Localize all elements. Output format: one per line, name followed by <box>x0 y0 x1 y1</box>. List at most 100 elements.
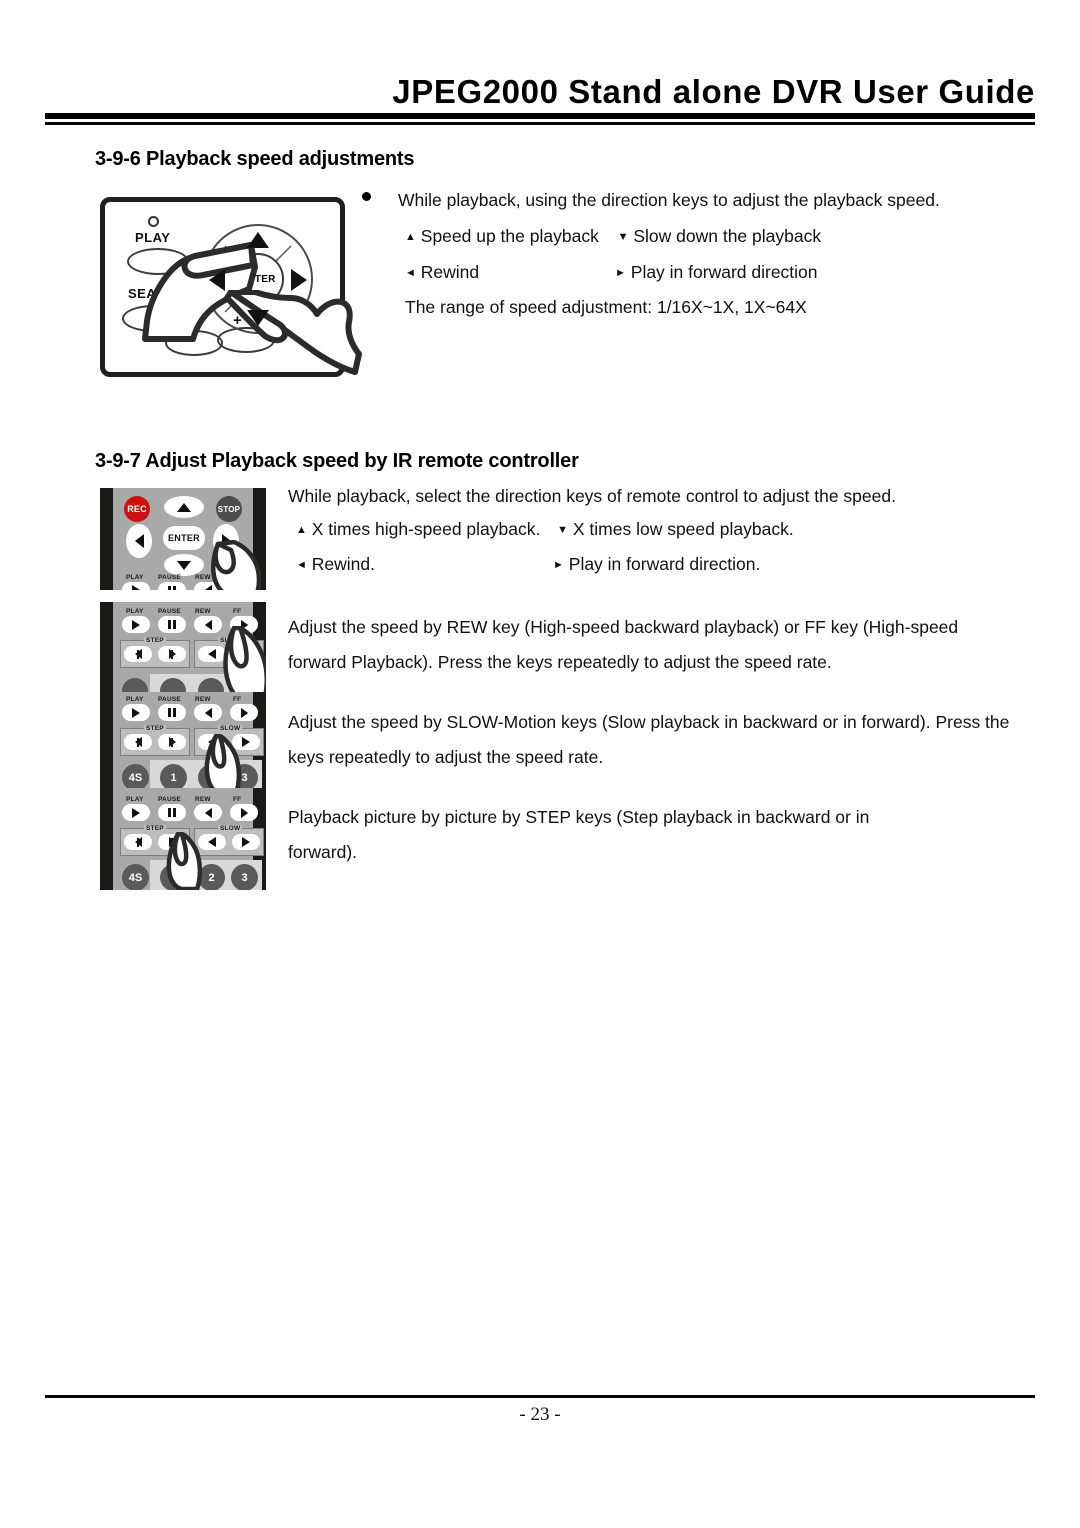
paragraph-step-keys: Playback picture by picture by STEP keys… <box>288 807 870 862</box>
header-rule-thick <box>45 113 1035 119</box>
remote-step-back-button[interactable] <box>124 646 152 662</box>
remote-down-button[interactable] <box>164 554 204 576</box>
remote-num-key-1[interactable]: 1 <box>160 764 187 791</box>
remote-pause-button[interactable] <box>158 616 186 633</box>
right-arrow-icon: ► <box>615 267 626 279</box>
slow-group-label: SLOW <box>218 725 243 732</box>
hand-pressing-slow-illustration <box>204 734 242 794</box>
step-group-label: STEP <box>144 637 166 644</box>
remote-pause-button[interactable] <box>158 804 186 821</box>
remote-illustration-direction-keys: REC STOP ENTER PLAY PAUSE REW FF <box>100 488 266 590</box>
remote-pause-button[interactable] <box>158 704 186 721</box>
remote-stop-button[interactable]: STOP <box>216 496 242 522</box>
left-arrow-icon: ◄ <box>405 267 416 279</box>
play-forward-text: Play in forward direction <box>630 262 818 282</box>
document-title: JPEG2000 Stand alone DVR User Guide <box>392 73 1035 110</box>
remote-step-back-button[interactable] <box>124 734 152 750</box>
section-397-intro-text: While playback, select the direction key… <box>288 486 896 506</box>
remote-rew-label: REW <box>195 608 211 615</box>
section-heading-3-9-6: 3-9-6 Playback speed adjustments <box>95 148 415 170</box>
remote-num-key-4s[interactable]: 4S <box>122 764 149 791</box>
slow-forward-icon <box>242 837 250 847</box>
low-speed-text: X times low speed playback. <box>572 519 794 539</box>
pause-icon <box>168 808 171 817</box>
remote-pause-label: PAUSE <box>158 608 181 615</box>
hand-pressing-step-illustration <box>166 832 203 890</box>
pause-icon <box>168 620 171 629</box>
remote-left-edge <box>100 692 113 794</box>
remote-num-key-4s[interactable]: 4S <box>122 864 149 890</box>
section-396-rewind-line: ◄ Rewind <box>405 258 479 287</box>
remote-play-button[interactable] <box>122 616 150 633</box>
play-icon <box>132 619 140 630</box>
paragraph-rew-ff: Adjust the speed by REW key (High-speed … <box>288 617 959 672</box>
bullet-point-icon <box>362 192 371 201</box>
remote-up-button[interactable] <box>164 496 204 518</box>
remote-step-back-button[interactable] <box>124 834 152 850</box>
rewind-text: Rewind <box>420 262 480 282</box>
step-backward-icon <box>134 737 142 747</box>
remote-illustration-slow-keys: PLAY PAUSE REW FF STEP SLOW 4S 1 3 <box>100 692 266 794</box>
section-396-forward-line: ► Play in forward direction <box>615 258 818 287</box>
play-forward-text: Play in forward direction. <box>568 554 761 574</box>
dvr-front-panel-illustration: PLAY SEARCH + ENTER <box>100 197 362 377</box>
remote-left-button[interactable] <box>126 524 152 558</box>
slow-group-label: SLOW <box>218 825 243 832</box>
remote-rew-button[interactable] <box>194 804 222 821</box>
document-page: JPEG2000 Stand alone DVR User Guide 3-9-… <box>0 0 1080 1528</box>
play-icon <box>132 807 140 818</box>
section-396-bullet-text: While playback, using the direction keys… <box>398 190 940 210</box>
remote-step-forward-button[interactable] <box>158 646 186 662</box>
remote-play-label: PLAY <box>126 608 144 615</box>
remote-left-edge <box>100 788 113 890</box>
remote-left-edge <box>100 602 113 704</box>
remote-ff-button[interactable] <box>230 704 258 721</box>
remote-rew-button[interactable] <box>194 704 222 721</box>
remote-ff-label: FF <box>233 608 242 615</box>
section-396-updown-line: ▲ Speed up the playback ▼ Slow down the … <box>405 222 821 251</box>
remote-ff-button[interactable] <box>230 804 258 821</box>
dvr-left-arrow-icon[interactable] <box>209 269 225 291</box>
section-396-range-text: The range of speed adjustment: 1/16X~1X,… <box>405 297 807 317</box>
header-rule-thin <box>45 122 1035 125</box>
remote-pause-label: PAUSE <box>158 574 181 581</box>
remote-play-label: PLAY <box>126 796 144 803</box>
section-heading-3-9-7: 3-9-7 Adjust Playback speed by IR remote… <box>95 450 579 472</box>
remote-num-key-3[interactable]: 3 <box>231 864 258 890</box>
page-number: - 23 - <box>519 1404 561 1425</box>
dvr-right-arrow-icon[interactable] <box>291 269 307 291</box>
slow-backward-icon <box>208 649 216 659</box>
remote-play-button[interactable] <box>122 804 150 821</box>
remote-rec-button[interactable]: REC <box>124 496 150 522</box>
paragraph-slow-motion: Adjust the speed by SLOW-Motion keys (Sl… <box>288 712 1010 767</box>
remote-play-button[interactable] <box>122 704 150 721</box>
play-icon <box>132 707 140 718</box>
rewind-text: Rewind. <box>311 554 375 574</box>
remote-step-forward-button[interactable] <box>158 734 186 750</box>
play-icon <box>132 585 140 590</box>
remote-slow-forward-button[interactable] <box>232 834 260 850</box>
pause-icon <box>168 585 171 590</box>
step-group-label: STEP <box>144 825 166 832</box>
remote-rew-label: REW <box>195 796 211 803</box>
pause-icon <box>168 708 171 717</box>
remote-enter-button[interactable]: ENTER <box>163 526 205 550</box>
footer-rule <box>45 1395 1035 1398</box>
up-arrow-icon: ▲ <box>405 231 416 243</box>
dvr-down-arrow-icon[interactable] <box>247 310 269 326</box>
remote-pause-label: PAUSE <box>158 796 181 803</box>
remote-pause-button[interactable] <box>158 582 186 590</box>
down-arrow-icon: ▼ <box>557 524 568 536</box>
remote-ff-label: FF <box>233 696 242 703</box>
remote-left-edge <box>100 488 113 590</box>
hand-pressing-down-illustration <box>224 290 362 375</box>
remote-pause-label: PAUSE <box>158 696 181 703</box>
up-arrow-icon: ▲ <box>296 524 307 536</box>
remote-play-button[interactable] <box>122 582 150 590</box>
speed-up-text: Speed up the playback <box>420 226 599 246</box>
down-arrow-icon: ▼ <box>617 231 629 243</box>
left-arrow-icon: ◄ <box>296 559 307 571</box>
step-group-label: STEP <box>144 725 166 732</box>
dvr-up-arrow-icon[interactable] <box>247 232 269 248</box>
remote-rew-label: REW <box>195 696 211 703</box>
